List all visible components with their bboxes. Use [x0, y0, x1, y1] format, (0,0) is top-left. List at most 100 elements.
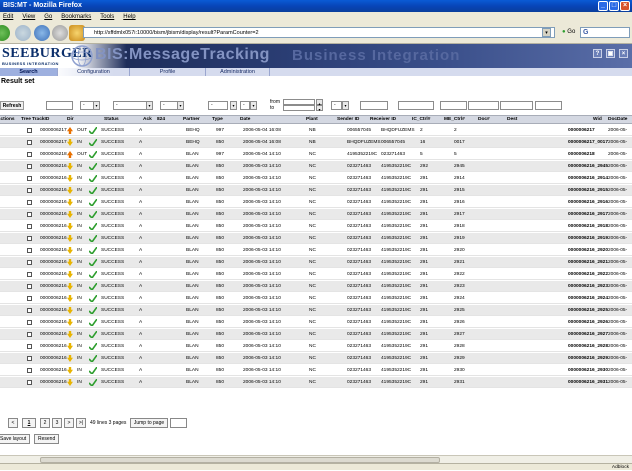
row-select-checkbox[interactable] [27, 344, 32, 349]
jump-to-page-button[interactable]: Jump to page [130, 418, 168, 428]
column-header-dir[interactable]: Dir [67, 116, 104, 124]
table-row[interactable]: 0000006216 IN SUCCESS A BLAN 850 2006-05-03 14… [0, 209, 632, 220]
reload-icon[interactable] [34, 25, 50, 41]
table-row[interactable]: 0000006216 IN SUCCESS A BLAN 850 2006-05-03 14… [0, 329, 632, 340]
next-page-button[interactable]: > [64, 418, 74, 428]
column-header-sender-id[interactable]: Sender ID [337, 116, 370, 124]
menu-item-edit[interactable]: Edit [3, 12, 13, 22]
resend-button[interactable]: Resend [34, 434, 60, 444]
table-row[interactable]: 0000006217 OUT SUCCESS A BEHQ 997 2006-05-04 1… [0, 125, 632, 136]
row-select-checkbox[interactable] [27, 308, 32, 313]
table-row[interactable]: 0000006216 IN SUCCESS A BLAN 850 2006-05-03 14… [0, 233, 632, 244]
table-row[interactable]: 0000006216 IN SUCCESS A BLAN 850 2006-05-03 14… [0, 161, 632, 172]
column-header-me-ctrl-[interactable]: ME_Ctrl# [444, 116, 478, 124]
search-input[interactable]: G [580, 27, 630, 38]
column-header-ack[interactable]: Ack [143, 116, 157, 124]
page-2-button[interactable]: 2 [40, 418, 50, 428]
table-row[interactable]: 0000006218 OUT SUCCESS A BLAN 997 2006-05-04 1… [0, 149, 632, 160]
column-header-dest[interactable]: Dest [507, 116, 535, 124]
tab-configuration[interactable]: Configuration [58, 68, 130, 76]
row-select-checkbox[interactable] [27, 212, 32, 217]
tab-search[interactable]: Search [0, 68, 58, 76]
filter-plant-dropdown-icon[interactable]: ▾ [342, 101, 349, 110]
row-select-checkbox[interactable] [27, 332, 32, 337]
table-row[interactable]: 0000006216 IN SUCCESS A BLAN 850 2006-05-03 14… [0, 281, 632, 292]
table-row[interactable]: 0000006216 IN SUCCESS A BLAN 850 2006-05-03 14… [0, 353, 632, 364]
column-header-824[interactable]: 824 [157, 116, 183, 124]
table-row[interactable]: 0000006216 IN SUCCESS A BLAN 850 2006-05-03 14… [0, 317, 632, 328]
filter-dir[interactable]: - [80, 101, 94, 110]
menu-item-tools[interactable]: Tools [100, 12, 114, 22]
column-header-partner[interactable]: Partner [183, 116, 212, 124]
help-icon[interactable]: ? [593, 49, 602, 58]
table-row[interactable]: 0000006216 IN SUCCESS A BLAN 850 2006-05-03 14… [0, 221, 632, 232]
column-header-actions[interactable]: Actions [0, 116, 21, 124]
first-page-button[interactable]: < [8, 418, 18, 428]
column-header-type[interactable]: Type [212, 116, 240, 124]
column-header-blank-18[interactable] [555, 116, 593, 124]
row-select-checkbox[interactable] [27, 164, 32, 169]
column-header-tree[interactable]: Tree [21, 116, 32, 124]
close-icon[interactable]: × [620, 1, 630, 11]
row-select-checkbox[interactable] [27, 296, 32, 301]
column-header-plant[interactable]: Plant [306, 116, 337, 124]
table-row[interactable]: 0000006216 IN SUCCESS A BLAN 850 2006-05-03 14… [0, 269, 632, 280]
column-header-ic-ctrl-[interactable]: IC_Ctrl# [412, 116, 444, 124]
table-row[interactable]: 0000006216 IN SUCCESS A BLAN 850 2006-05-03 14… [0, 341, 632, 352]
forward-icon[interactable] [15, 25, 31, 41]
address-bar[interactable]: http://sffdmlx057i:10000/bism/jbism/disp… [83, 27, 555, 38]
column-header-status[interactable]: Status [104, 116, 143, 124]
column-header-doc-[interactable]: Doc# [478, 116, 507, 124]
filter-trackid[interactable] [46, 101, 73, 110]
window-icon[interactable]: ▣ [606, 49, 615, 58]
filter-plant[interactable]: - [331, 101, 342, 110]
jump-page-input[interactable] [170, 418, 187, 428]
minimize-icon[interactable]: _ [598, 1, 608, 11]
row-select-checkbox[interactable] [27, 236, 32, 241]
go-button[interactable]: ● Go [562, 27, 575, 38]
save-layout-button[interactable]: Save layout [0, 434, 31, 444]
column-header-date[interactable]: Date [240, 116, 306, 124]
refresh-button[interactable]: Refresh [0, 101, 24, 110]
row-select-checkbox[interactable] [27, 140, 32, 145]
back-icon[interactable] [0, 25, 10, 41]
table-row[interactable]: 0000006216 IN SUCCESS A BLAN 850 2006-05-03 14… [0, 185, 632, 196]
row-select-checkbox[interactable] [27, 200, 32, 205]
last-page-button[interactable]: >| [76, 418, 86, 428]
row-select-checkbox[interactable] [27, 368, 32, 373]
row-select-checkbox[interactable] [27, 188, 32, 193]
row-select-checkbox[interactable] [27, 356, 32, 361]
table-row[interactable]: 0000006216 IN SUCCESS A BLAN 850 2006-05-03 14… [0, 245, 632, 256]
menu-item-help[interactable]: Help [123, 12, 135, 22]
filter-date-to[interactable] [283, 105, 315, 111]
row-select-checkbox[interactable] [27, 284, 32, 289]
logout-icon[interactable]: × [619, 49, 628, 58]
filter-ack-dropdown-icon[interactable]: ▾ [177, 101, 184, 110]
tab-administration[interactable]: Administration [206, 68, 270, 76]
filter-partner-dropdown-icon[interactable]: ▾ [230, 101, 237, 110]
menu-item-view[interactable]: View [22, 12, 35, 22]
row-select-checkbox[interactable] [27, 128, 32, 133]
row-select-checkbox[interactable] [27, 272, 32, 277]
row-select-checkbox[interactable] [27, 380, 32, 385]
filter-doc[interactable] [500, 101, 533, 110]
table-row[interactable]: 0000006217 IN SUCCESS A BEHQ 850 2006-05-04 16… [0, 137, 632, 148]
filter-me-ctrl[interactable] [468, 101, 499, 110]
row-select-checkbox[interactable] [27, 176, 32, 181]
filter-sender-id[interactable] [360, 101, 388, 110]
column-header-wid[interactable]: Wid [593, 116, 608, 124]
horizontal-scrollbar[interactable] [0, 455, 632, 463]
date-to-picker-icon[interactable]: ▾ [316, 105, 323, 112]
stop-icon[interactable] [52, 25, 68, 41]
row-select-checkbox[interactable] [27, 224, 32, 229]
row-select-checkbox[interactable] [27, 260, 32, 265]
column-header-trackid[interactable]: TrackID [32, 116, 67, 124]
column-header-docdate[interactable]: DocDate [608, 116, 632, 124]
table-row[interactable]: 0000006216 IN SUCCESS A BLAN 850 2006-05-03 14… [0, 173, 632, 184]
table-row[interactable]: 0000006216 IN SUCCESS A BLAN 850 2006-05-03 14… [0, 365, 632, 376]
page-1-button[interactable]: 1 [22, 418, 36, 428]
table-row[interactable]: 0000006216 IN SUCCESS A BLAN 850 2006-05-03 14… [0, 257, 632, 268]
maximize-icon[interactable]: □ [609, 1, 619, 11]
menu-item-bookmarks[interactable]: Bookmarks [61, 12, 91, 22]
table-row[interactable]: 0000006216 IN SUCCESS A BLAN 850 2006-05-03 14… [0, 293, 632, 304]
